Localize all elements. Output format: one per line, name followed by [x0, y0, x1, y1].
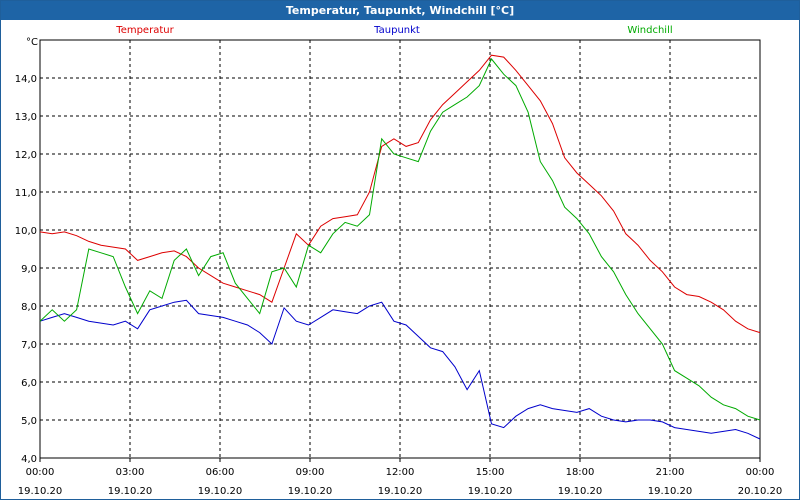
legend-item-windchill: Windchill — [627, 25, 672, 36]
x-tick-date: 19.10.20 — [108, 486, 153, 497]
x-tick-time: 18:00 — [566, 467, 595, 478]
x-tick-time: 15:00 — [476, 467, 505, 478]
x-tick-time: 03:00 — [116, 467, 145, 478]
y-tick-label: 5,0 — [21, 416, 37, 427]
x-tick-time: 06:00 — [206, 467, 235, 478]
x-tick-time: 09:00 — [296, 467, 325, 478]
line-chart: Temperatur Taupunkt Windchill 4,0 5,0 6,0 7,0… — [15, 25, 783, 497]
y-tick-label: 13,0 — [15, 112, 37, 123]
y-tick-label: 9,0 — [21, 264, 37, 275]
y-tick-label: 12,0 — [15, 150, 37, 161]
x-tick-time: 12:00 — [386, 467, 415, 478]
y-tick-label: 4,0 — [21, 454, 37, 465]
y-tick-label: 7,0 — [21, 340, 37, 351]
y-tick-label: 6,0 — [21, 378, 37, 389]
y-tick-label: 14,0 — [15, 74, 37, 85]
x-tick-time: 00:00 — [26, 467, 55, 478]
legend-item-taupunkt: Taupunkt — [373, 25, 420, 36]
x-tick-time: 21:00 — [656, 467, 685, 478]
x-tick-date: 19.10.20 — [378, 486, 423, 497]
x-tick-date: 19.10.20 — [468, 486, 513, 497]
legend-item-temperatur: Temperatur — [115, 25, 174, 36]
x-tick-date: 19.10.20 — [558, 486, 603, 497]
x-tick-date: 19.10.20 — [288, 486, 333, 497]
x-tick-date: 19.10.20 — [18, 486, 63, 497]
y-tick-label: 10,0 — [15, 226, 37, 237]
y-unit-label: °C — [26, 37, 38, 48]
y-tick-label: 8,0 — [21, 302, 37, 313]
x-tick-time: 00:00 — [746, 467, 775, 478]
x-tick-date: 19.10.20 — [648, 486, 693, 497]
x-tick-date: 19.10.20 — [198, 486, 243, 497]
x-tick-date: 20.10.20 — [738, 486, 783, 497]
y-tick-label: 11,0 — [15, 188, 37, 199]
